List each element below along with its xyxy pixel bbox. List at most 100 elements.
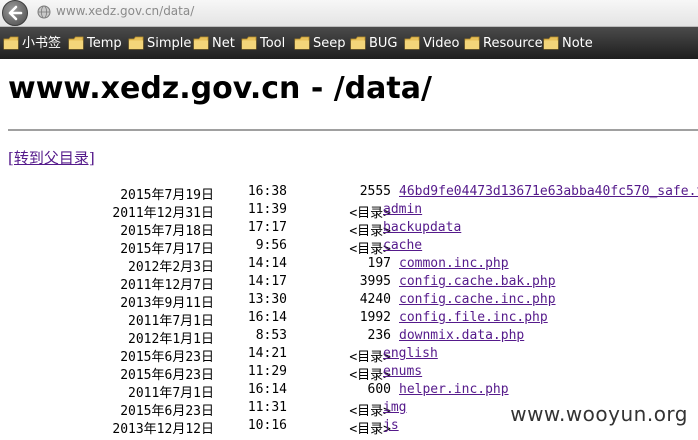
listing-row: 2012年1月1日 8:53 236 downmix.data.php [0, 328, 698, 347]
entry-date: 2011年7月1日 [128, 314, 214, 329]
entry-size: 4240 [359, 292, 391, 307]
entry-date: 2015年7月19日 [120, 188, 214, 203]
entry-time: 9:56 [255, 238, 287, 253]
entry-time: 13:30 [247, 292, 287, 307]
page-title: www.xedz.gov.cn - /data/ [8, 71, 432, 106]
entry-date: 2013年12月12日 [112, 422, 214, 437]
entry-link[interactable]: config.cache.inc.php [399, 292, 556, 307]
bookmark-item[interactable]: 小书签 [3, 36, 61, 52]
address-bar: www.xedz.gov.cn/data/ [0, 0, 698, 27]
listing-row: 2015年7月17日 9:56 <目录> cache [0, 238, 698, 257]
url-field[interactable]: www.xedz.gov.cn/data/ [56, 4, 194, 18]
folder-icon [350, 36, 366, 50]
entry-date: 2012年1月1日 [128, 332, 214, 347]
entry-date: 2011年7月1日 [128, 386, 214, 401]
entry-size: 3995 [359, 274, 391, 289]
entry-link[interactable]: cache [383, 238, 422, 253]
listing-row: 2012年2月3日 14:14 197 common.inc.php [0, 256, 698, 275]
entry-date: 2015年6月23日 [120, 368, 214, 383]
entry-date: 2011年12月7日 [120, 278, 214, 293]
entry-time: 11:39 [247, 202, 287, 217]
bookmark-label: Tool [260, 36, 286, 51]
entry-date: 2012年2月3日 [128, 260, 214, 275]
parent-directory-link[interactable]: [转到父目录] [8, 147, 95, 168]
entry-time: 14:14 [247, 256, 287, 271]
entry-size: 2555 [359, 184, 391, 199]
folder-icon [68, 36, 84, 50]
listing-row: 2011年7月1日 16:14 1992 config.file.inc.php [0, 310, 698, 329]
bookmark-item[interactable]: Resource [464, 36, 543, 52]
listing-row: 2015年6月23日 11:29 <目录> enums [0, 364, 698, 383]
entry-link[interactable]: helper.inc.php [399, 382, 509, 397]
entry-link[interactable]: js [383, 418, 399, 433]
entry-time: 11:29 [247, 364, 287, 379]
entry-link[interactable]: english [383, 346, 438, 361]
listing-row: 2015年7月19日 16:38 2555 46bd9fe04473d13671e63… [0, 184, 698, 203]
bookmark-item[interactable]: Seep [294, 36, 346, 52]
entry-link[interactable]: config.file.inc.php [399, 310, 548, 325]
bookmark-label: Seep [313, 36, 346, 51]
folder-icon [241, 36, 257, 50]
entry-time: 16:14 [247, 382, 287, 397]
entry-link[interactable]: enums [383, 364, 422, 379]
directory-listing-page: www.xedz.gov.cn - /data/ [转到父目录] 2015年7月… [0, 59, 698, 440]
listing-row: 2015年6月23日 14:21 <目录> english [0, 346, 698, 365]
bookmark-label: Note [562, 36, 593, 51]
entry-size: 197 [367, 256, 391, 271]
bookmark-item[interactable]: Tool [241, 36, 285, 52]
entry-date: 2015年7月18日 [120, 224, 214, 239]
entry-date: 2013年9月11日 [120, 296, 214, 311]
entry-time: 11:31 [247, 400, 287, 415]
entry-date: 2015年6月23日 [120, 404, 214, 419]
entry-date: 2011年12月31日 [112, 206, 214, 221]
folder-icon [128, 36, 144, 50]
entry-size: 1992 [359, 310, 391, 325]
entry-date: 2015年7月17日 [120, 242, 214, 257]
bookmarks-bar: 小书签 Temp Simple Net Tool Seep BUG Video Resource… [0, 27, 698, 59]
folder-icon [294, 36, 310, 50]
listing-row: 2011年7月1日 16:14 600 helper.inc.php [0, 382, 698, 401]
divider [8, 129, 698, 131]
bookmark-label: Resource [483, 36, 543, 51]
entry-size: 600 [367, 382, 391, 397]
bookmark-item[interactable]: BUG [350, 36, 398, 52]
folder-icon [193, 36, 209, 50]
folder-icon [543, 36, 559, 50]
bookmark-label: 小书签 [22, 36, 62, 51]
listing-row: 2013年9月11日 13:30 4240 config.cache.inc.php [0, 292, 698, 311]
entry-link[interactable]: img [383, 400, 406, 415]
entry-size: 236 [367, 328, 391, 343]
entry-time: 17:17 [247, 220, 287, 235]
folder-icon [3, 36, 19, 50]
entry-link[interactable]: backupdata [383, 220, 461, 235]
bookmark-label: Net [212, 36, 235, 51]
watermark: www.wooyun.org [510, 402, 688, 426]
back-button[interactable] [2, 0, 28, 26]
listing-row: 2015年7月18日 17:17 <目录> backupdata [0, 220, 698, 239]
folder-icon [464, 36, 480, 50]
folder-icon [404, 36, 420, 50]
entry-date: 2015年6月23日 [120, 350, 214, 365]
bookmark-item[interactable]: Temp [68, 36, 122, 52]
entry-link[interactable]: admin [383, 202, 422, 217]
entry-time: 16:14 [247, 310, 287, 325]
globe-icon [37, 5, 51, 19]
listing-row: 2011年12月7日 14:17 3995 config.cache.bak.php [0, 274, 698, 293]
bookmark-item[interactable]: Simple [128, 36, 191, 52]
bookmark-item[interactable]: Note [543, 36, 593, 52]
bookmark-item[interactable]: Video [404, 36, 459, 52]
entry-link[interactable]: 46bd9fe04473d13671e63abba40fc570_safe.tx… [399, 184, 698, 199]
entry-time: 10:16 [247, 418, 287, 433]
entry-time: 16:38 [247, 184, 287, 199]
entry-link[interactable]: config.cache.bak.php [399, 274, 556, 289]
bookmark-label: Temp [87, 36, 122, 51]
bookmark-label: Video [423, 36, 460, 51]
entry-time: 14:21 [247, 346, 287, 361]
listing-row: 2011年12月31日 11:39 <目录> admin [0, 202, 698, 221]
entry-link[interactable]: downmix.data.php [399, 328, 524, 343]
bookmark-label: Simple [147, 36, 192, 51]
entry-link[interactable]: common.inc.php [399, 256, 509, 271]
entry-time: 14:17 [247, 274, 287, 289]
back-arrow-icon [8, 5, 23, 21]
bookmark-item[interactable]: Net [193, 36, 235, 52]
